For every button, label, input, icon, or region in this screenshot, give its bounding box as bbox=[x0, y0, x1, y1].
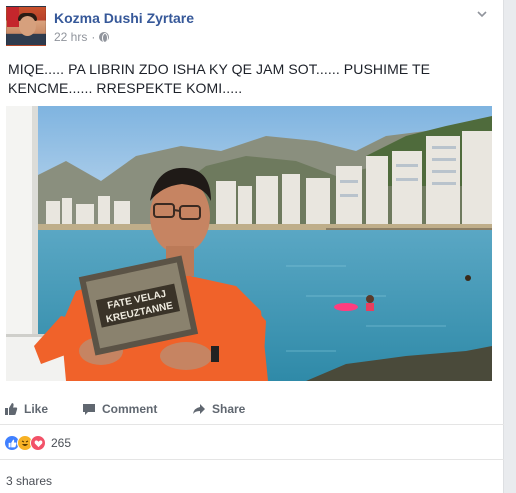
share-arrow-icon bbox=[193, 404, 205, 414]
comment-icon bbox=[83, 404, 95, 415]
reaction-count[interactable]: 265 bbox=[51, 436, 71, 450]
comment-button[interactable]: Comment bbox=[82, 396, 192, 422]
post-text: MIQE..... PA LIBRIN ZDO ISHA KY QE JAM S… bbox=[8, 61, 431, 96]
meta-separator: · bbox=[91, 30, 96, 44]
shares-count-link[interactable]: 3 shares bbox=[6, 474, 52, 488]
post-actions: Like Comment Share bbox=[0, 396, 504, 422]
post-card: Kozma Dushi Zyrtare 22 hrs · MIQE..... P… bbox=[0, 0, 504, 493]
post-timestamp[interactable]: 22 hrs bbox=[54, 30, 87, 44]
share-label: Share bbox=[212, 402, 246, 416]
post-photo[interactable]: FATE VELAJ KREUZTANNE bbox=[6, 106, 492, 381]
love-icon bbox=[30, 435, 46, 451]
thumbs-up-icon bbox=[5, 403, 18, 415]
like-label: Like bbox=[24, 402, 49, 416]
chevron-down-icon[interactable] bbox=[475, 8, 489, 22]
post-header: Kozma Dushi Zyrtare 22 hrs · bbox=[6, 6, 491, 50]
divider bbox=[0, 424, 504, 425]
share-button[interactable]: Share bbox=[192, 396, 282, 422]
author-avatar[interactable] bbox=[6, 6, 46, 46]
post-meta: 22 hrs · bbox=[54, 30, 110, 44]
divider bbox=[0, 459, 504, 460]
author-name-link[interactable]: Kozma Dushi Zyrtare bbox=[54, 10, 194, 26]
comment-label: Comment bbox=[102, 402, 158, 416]
like-button[interactable]: Like bbox=[4, 396, 82, 422]
reactions-summary[interactable]: 265 bbox=[4, 433, 71, 453]
globe-icon bbox=[99, 32, 110, 43]
